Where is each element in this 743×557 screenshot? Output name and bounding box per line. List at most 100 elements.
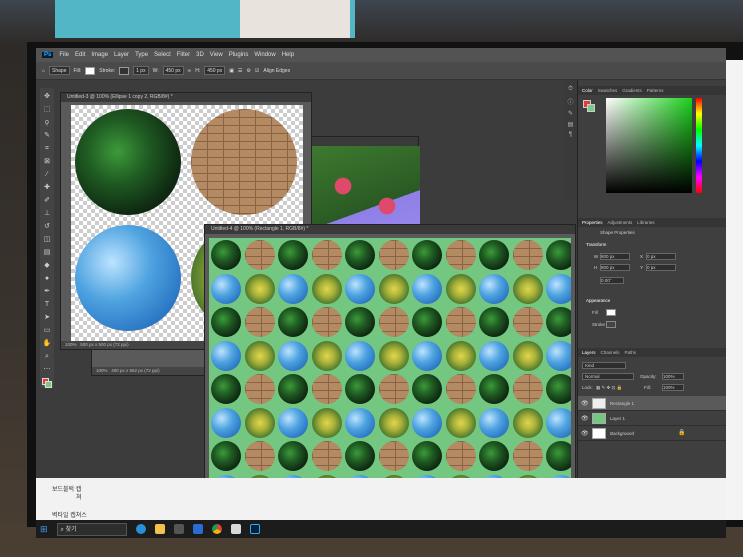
info-icon[interactable]: ⓘ: [567, 97, 573, 106]
tab-paths[interactable]: Paths: [625, 350, 637, 355]
hand-tool-icon[interactable]: ✋: [42, 339, 52, 349]
x-field[interactable]: 0 px: [646, 253, 676, 260]
hue-slider[interactable]: [696, 98, 702, 193]
pen-tool-icon[interactable]: ✒: [42, 287, 52, 297]
path-ops-icon[interactable]: ▣: [229, 68, 234, 74]
y-field[interactable]: 0 px: [646, 264, 676, 271]
blend-mode-select[interactable]: Normal: [582, 373, 634, 380]
menu-edit[interactable]: Edit: [75, 52, 85, 58]
edge-icon[interactable]: [135, 524, 146, 534]
mail-icon[interactable]: [192, 524, 203, 534]
tab-properties[interactable]: Properties: [582, 220, 603, 225]
fill-swatch[interactable]: [606, 309, 616, 316]
menu-select[interactable]: Select: [154, 52, 171, 58]
ps-logo-icon[interactable]: Ps: [42, 52, 54, 58]
color-picker-field[interactable]: [606, 98, 692, 193]
layer-name[interactable]: Layer 1: [610, 416, 625, 421]
menu-3d[interactable]: 3D: [196, 52, 204, 58]
shape-tool-icon[interactable]: ▭: [42, 326, 52, 336]
fill-swatch[interactable]: [85, 66, 96, 75]
quick-select-tool-icon[interactable]: ✎: [42, 131, 52, 141]
width-field[interactable]: 800 px: [600, 253, 630, 260]
move-tool-icon[interactable]: ✥: [42, 92, 52, 102]
tab-patterns[interactable]: Patterns: [647, 88, 664, 93]
healing-tool-icon[interactable]: ✚: [42, 183, 52, 193]
photoshop-taskbar-icon[interactable]: [249, 524, 260, 534]
menu-window[interactable]: Window: [254, 52, 275, 58]
visibility-eye-icon[interactable]: 👁: [581, 415, 589, 422]
home-icon[interactable]: ⌂: [42, 68, 45, 74]
type-tool-icon[interactable]: T: [42, 300, 52, 310]
tab-layers[interactable]: Layers: [582, 350, 596, 355]
stroke-swatch[interactable]: [119, 66, 130, 75]
menu-view[interactable]: View: [210, 52, 223, 58]
layer-fill-field[interactable]: 100%: [662, 384, 684, 391]
bg-color-swatch[interactable]: [587, 104, 595, 112]
taskbar-search[interactable]: ⌕ 찾기: [56, 522, 127, 536]
width-input[interactable]: 450 px: [162, 66, 184, 75]
visibility-eye-icon[interactable]: 👁: [581, 430, 589, 437]
menu-filter[interactable]: Filter: [177, 52, 190, 58]
store-icon[interactable]: [173, 524, 184, 534]
brush-settings-icon[interactable]: ✎: [568, 110, 573, 117]
layer-name[interactable]: Rectangle 1: [610, 401, 634, 406]
angle-field[interactable]: 0.00°: [600, 277, 624, 284]
layer-name[interactable]: Background: [610, 431, 634, 436]
layer-row[interactable]: 👁 Background 🔒: [578, 426, 726, 441]
stamp-tool-icon[interactable]: ⊥: [42, 209, 52, 219]
layer-row[interactable]: 👁 Layer 1: [578, 411, 726, 426]
chrome-icon[interactable]: [211, 524, 222, 534]
eyedropper-tool-icon[interactable]: ⁄: [42, 170, 52, 180]
tab-adjustments[interactable]: Adjustments: [608, 220, 633, 225]
windows-start-icon[interactable]: ⊞: [40, 524, 48, 535]
document-title-bar[interactable]: Untitled-4 @ 100% (Rectangle 1, RGB/8#) …: [205, 225, 575, 234]
menu-file[interactable]: File: [59, 52, 69, 58]
lock-icons[interactable]: ▦ ✎ ✥ ⊡ 🔒: [596, 385, 622, 391]
more-tools-icon[interactable]: ⋯: [42, 365, 52, 375]
document-window-pattern[interactable]: Untitled-4 @ 100% (Rectangle 1, RGB/8#) …: [204, 224, 576, 520]
link-icon[interactable]: ∞: [188, 68, 192, 74]
height-field[interactable]: 800 px: [600, 264, 630, 271]
gear-icon[interactable]: ⚙: [246, 68, 250, 74]
crop-tool-icon[interactable]: ⌗: [42, 144, 52, 154]
menu-image[interactable]: Image: [91, 52, 108, 58]
app-icon[interactable]: [230, 524, 241, 534]
layer-filter-kind[interactable]: Kind: [582, 362, 626, 369]
history-icon[interactable]: ⏱: [568, 86, 573, 93]
menu-help[interactable]: Help: [282, 52, 294, 58]
stroke-size-input[interactable]: 1 px: [133, 66, 149, 75]
visibility-eye-icon[interactable]: 👁: [581, 400, 589, 407]
path-select-tool-icon[interactable]: ➤: [42, 313, 52, 323]
tab-channels[interactable]: Channels: [601, 350, 620, 355]
frame-tool-icon[interactable]: ⊠: [42, 157, 52, 167]
comment-icon[interactable]: ▤: [568, 121, 574, 128]
gradient-tool-icon[interactable]: ▤: [42, 248, 52, 258]
tab-color[interactable]: Color: [582, 88, 593, 93]
lasso-tool-icon[interactable]: ϙ: [42, 118, 52, 128]
pattern-canvas[interactable]: [209, 238, 571, 508]
eraser-tool-icon[interactable]: ◫: [42, 235, 52, 245]
pattern-tile-flower: [445, 340, 476, 371]
file-explorer-icon[interactable]: [154, 524, 165, 534]
tab-libraries[interactable]: Libraries: [637, 220, 654, 225]
tab-gradients[interactable]: Gradients: [622, 88, 642, 93]
document-title-bar[interactable]: Untitled-3 @ 100% (Ellipse 1 copy 2, RGB…: [61, 93, 311, 102]
zoom-tool-icon[interactable]: ⌕: [42, 352, 52, 362]
history-brush-icon[interactable]: ↺: [42, 222, 52, 232]
align-edges-checkbox[interactable]: ☑: [255, 68, 259, 74]
menu-type[interactable]: Type: [135, 52, 148, 58]
paragraph-icon[interactable]: ¶: [569, 132, 572, 138]
shape-mode-select[interactable]: Shape: [49, 66, 70, 75]
stroke-swatch[interactable]: [606, 321, 616, 328]
dodge-tool-icon[interactable]: ●: [42, 274, 52, 284]
tab-swatches[interactable]: Swatches: [598, 88, 618, 93]
height-input[interactable]: 450 px: [204, 66, 226, 75]
blur-tool-icon[interactable]: ◆: [42, 261, 52, 271]
menu-layer[interactable]: Layer: [114, 52, 129, 58]
layer-row[interactable]: 👁 Rectangle 1: [578, 396, 726, 411]
opacity-field[interactable]: 100%: [662, 373, 684, 380]
menu-plugins[interactable]: Plugins: [229, 52, 249, 58]
marquee-tool-icon[interactable]: ⬚: [42, 105, 52, 115]
brush-tool-icon[interactable]: ✐: [42, 196, 52, 206]
align-icon[interactable]: ☰: [238, 68, 242, 74]
